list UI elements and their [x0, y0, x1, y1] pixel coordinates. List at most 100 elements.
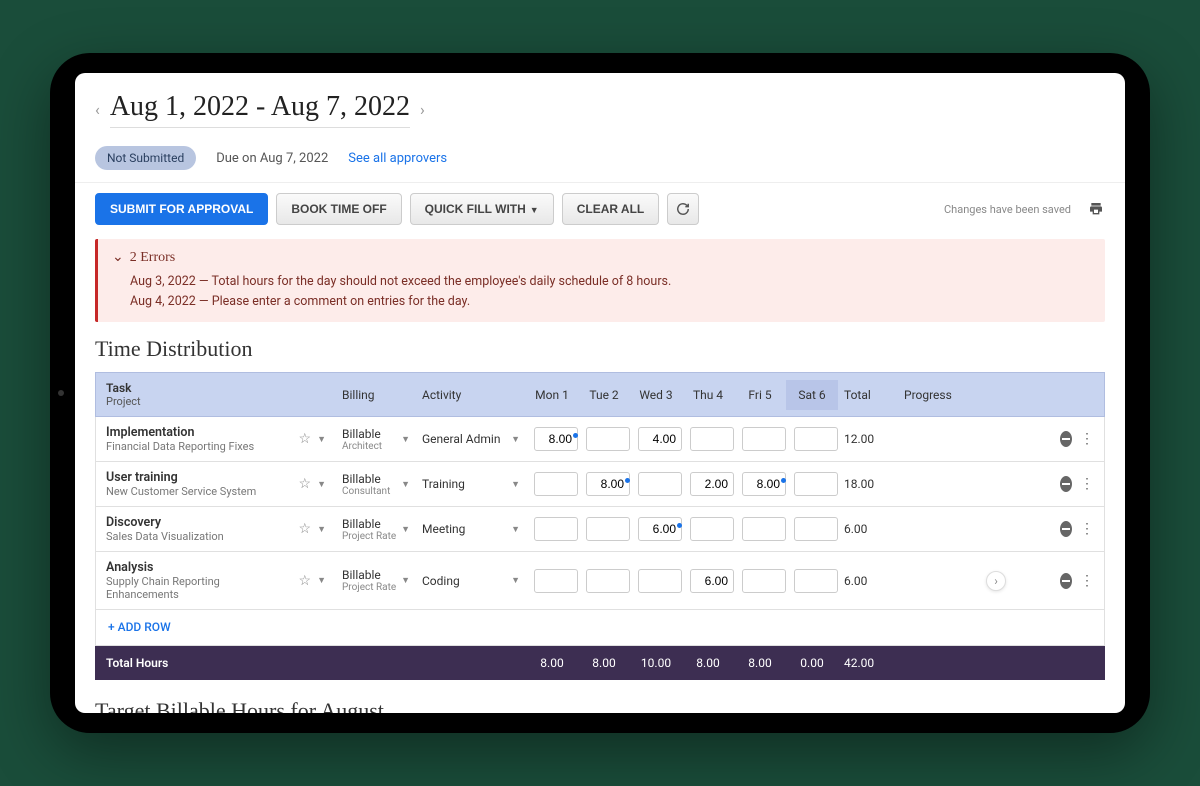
hours-input[interactable]: [586, 427, 630, 451]
table-row: Discovery Sales Data Visualization ☆ ▼ B…: [95, 507, 1105, 552]
table-row: User training New Customer Service Syste…: [95, 462, 1105, 507]
chevron-down-icon: ⌄: [112, 249, 124, 266]
hours-input[interactable]: [742, 472, 786, 496]
activity-name: Coding: [422, 574, 460, 588]
caret-down-icon[interactable]: ▼: [401, 575, 410, 586]
table-header: Task Project Billing Activity Mon 1 Tue …: [95, 372, 1105, 417]
prev-week-icon[interactable]: ‹: [95, 100, 100, 119]
row-total: 6.00: [838, 566, 898, 596]
submit-approval-button[interactable]: SUBMIT FOR APPROVAL: [95, 193, 268, 225]
saved-status-text: Changes have been saved: [944, 203, 1071, 216]
billing-rate: Project Rate: [342, 582, 396, 593]
quick-fill-button[interactable]: QUICK FILL WITH▼: [410, 193, 554, 225]
comment-indicator-icon: [625, 478, 630, 483]
section-title-billable: Target Billable Hours for August: [75, 680, 1125, 713]
star-icon[interactable]: ☆: [299, 521, 312, 537]
remove-row-icon[interactable]: [1060, 431, 1072, 447]
hours-input[interactable]: [586, 472, 630, 496]
row-menu-icon[interactable]: ⋮: [1080, 477, 1094, 491]
hours-input[interactable]: [534, 472, 578, 496]
star-icon[interactable]: ☆: [299, 573, 312, 589]
print-icon[interactable]: [1087, 201, 1105, 217]
remove-row-icon[interactable]: [1060, 521, 1072, 537]
task-name: Discovery: [106, 515, 293, 530]
billing-type: Billable: [342, 472, 390, 486]
caret-down-icon[interactable]: ▼: [401, 524, 410, 535]
hours-input[interactable]: [742, 427, 786, 451]
hours-input[interactable]: [534, 569, 578, 593]
activity-name: General Admin: [422, 432, 500, 446]
hours-input[interactable]: [690, 427, 734, 451]
hours-input[interactable]: [794, 569, 838, 593]
refresh-icon: [676, 202, 690, 216]
row-menu-icon[interactable]: ⋮: [1080, 574, 1094, 588]
project-name: Supply Chain Reporting Enhancements: [106, 575, 293, 601]
activity-name: Meeting: [422, 522, 465, 536]
scroll-right-icon[interactable]: ›: [986, 571, 1006, 591]
clear-all-button[interactable]: CLEAR ALL: [562, 193, 660, 225]
row-menu-icon[interactable]: ⋮: [1080, 432, 1094, 446]
hours-input[interactable]: [638, 569, 682, 593]
hours-input[interactable]: [742, 569, 786, 593]
section-title: Time Distribution: [75, 336, 1125, 372]
star-icon[interactable]: ☆: [299, 431, 312, 447]
hours-input[interactable]: [690, 517, 734, 541]
task-name: Analysis: [106, 560, 293, 575]
star-icon[interactable]: ☆: [299, 476, 312, 492]
see-approvers-link[interactable]: See all approvers: [348, 151, 447, 166]
caret-down-icon[interactable]: ▼: [317, 479, 326, 490]
comment-indicator-icon: [573, 433, 578, 438]
hours-input[interactable]: [794, 472, 838, 496]
row-total: 12.00: [838, 424, 898, 454]
hours-input[interactable]: [638, 427, 682, 451]
date-range-title: Aug 1, 2022 - Aug 7, 2022: [110, 91, 410, 128]
hours-input[interactable]: [638, 472, 682, 496]
caret-down-icon[interactable]: ▼: [401, 479, 410, 490]
book-time-off-button[interactable]: BOOK TIME OFF: [276, 193, 401, 225]
table-row: Analysis Supply Chain Reporting Enhancem…: [95, 552, 1105, 610]
caret-down-icon[interactable]: ▼: [317, 575, 326, 586]
hours-input[interactable]: [534, 517, 578, 541]
caret-down-icon[interactable]: ▼: [317, 434, 326, 445]
due-text: Due on Aug 7, 2022: [216, 151, 328, 166]
caret-down-icon[interactable]: ▼: [511, 524, 520, 535]
billing-rate: Consultant: [342, 486, 390, 497]
error-header-toggle[interactable]: ⌄ 2 Errors: [112, 249, 1091, 266]
row-menu-icon[interactable]: ⋮: [1080, 522, 1094, 536]
caret-down-icon[interactable]: ▼: [401, 434, 410, 445]
caret-down-icon[interactable]: ▼: [511, 434, 520, 445]
billing-type: Billable: [342, 517, 396, 531]
caret-down-icon[interactable]: ▼: [317, 524, 326, 535]
table-footer: Total Hours 8.00 8.00 10.00 8.00 8.00 0.…: [95, 646, 1105, 680]
error-line: Aug 4, 2022 — Please enter a comment on …: [130, 292, 1091, 312]
hours-input[interactable]: [586, 517, 630, 541]
caret-down-icon[interactable]: ▼: [511, 479, 520, 490]
hours-input[interactable]: [794, 517, 838, 541]
remove-row-icon[interactable]: [1060, 476, 1072, 492]
remove-row-icon[interactable]: [1060, 573, 1072, 589]
hours-input[interactable]: [534, 427, 578, 451]
hours-input[interactable]: [794, 427, 838, 451]
error-panel: ⌄ 2 Errors Aug 3, 2022 — Total hours for…: [95, 239, 1105, 322]
hours-input[interactable]: [690, 569, 734, 593]
caret-down-icon[interactable]: ▼: [511, 575, 520, 586]
hours-input[interactable]: [742, 517, 786, 541]
hours-input[interactable]: [586, 569, 630, 593]
status-badge: Not Submitted: [95, 146, 196, 170]
billing-type: Billable: [342, 427, 382, 441]
task-name: Implementation: [106, 425, 293, 440]
caret-down-icon: ▼: [530, 205, 539, 215]
hours-input[interactable]: [638, 517, 682, 541]
billing-rate: Project Rate: [342, 531, 396, 542]
comment-indicator-icon: [781, 478, 786, 483]
task-name: User training: [106, 470, 293, 485]
billing-type: Billable: [342, 568, 396, 582]
add-row-link[interactable]: + ADD ROW: [108, 620, 171, 634]
project-name: Financial Data Reporting Fixes: [106, 440, 293, 453]
error-line: Aug 3, 2022 — Total hours for the day sh…: [130, 272, 1091, 292]
hours-input[interactable]: [690, 472, 734, 496]
project-name: Sales Data Visualization: [106, 530, 293, 543]
refresh-button[interactable]: [667, 193, 699, 225]
table-row: Implementation Financial Data Reporting …: [95, 417, 1105, 462]
next-week-icon[interactable]: ›: [420, 100, 425, 119]
